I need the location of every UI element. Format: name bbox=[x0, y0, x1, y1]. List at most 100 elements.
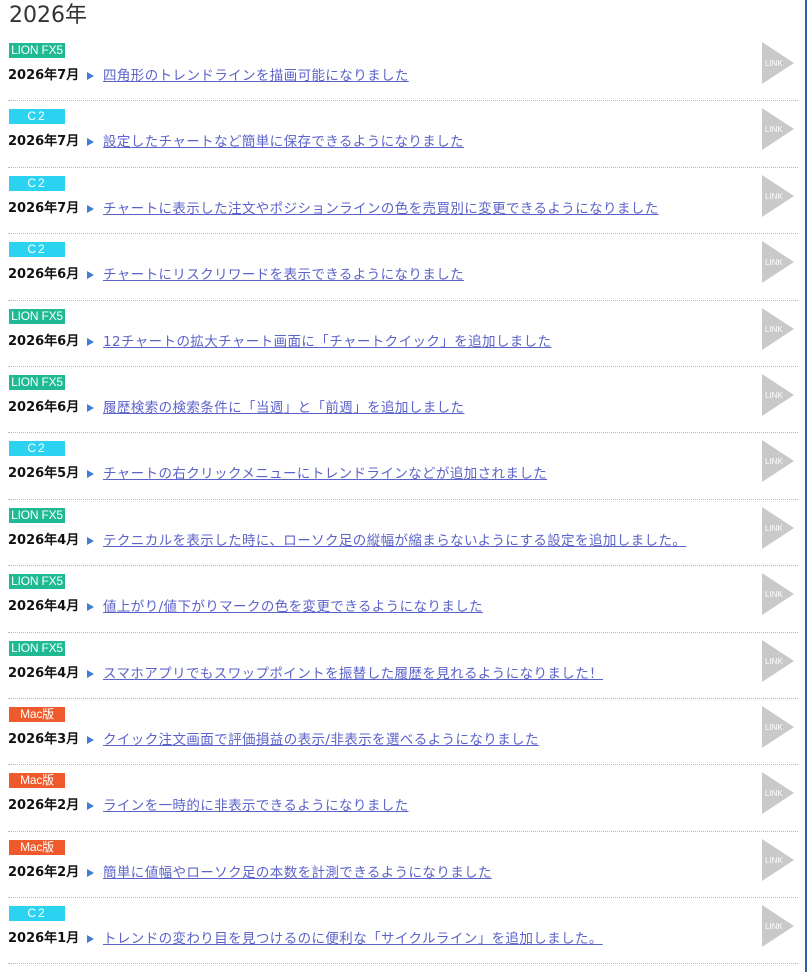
news-date: 2026年1月 bbox=[8, 931, 80, 947]
year-heading: 2026年 bbox=[9, 3, 87, 28]
news-title-link[interactable]: チャートの右クリックメニューにトレンドラインなどが追加されました bbox=[103, 466, 547, 482]
link-arrow-button[interactable]: LINK bbox=[762, 241, 794, 284]
news-list: LION FX5 2026年7月 四角形のトレンドラインを描画可能になりました … bbox=[0, 35, 807, 965]
link-arrow-button[interactable]: LINK bbox=[762, 573, 794, 616]
link-arrow-icon: LINK bbox=[762, 705, 794, 748]
link-label: LINK bbox=[765, 391, 783, 400]
link-arrow-button[interactable]: LINK bbox=[762, 838, 794, 881]
product-badge: C2 bbox=[9, 906, 65, 922]
news-title-link[interactable]: 12チャートの拡大チャート画面に「チャートクイック」を追加しました bbox=[103, 334, 551, 350]
news-date: 2026年7月 bbox=[8, 68, 80, 83]
news-title-link[interactable]: トレンドの変わり目を見つけるのに便利な「サイクルライン」を追加しました。 bbox=[103, 931, 603, 947]
news-title-link[interactable]: 簡単に値幅やローソク足の本数を計測できるようになりました bbox=[103, 865, 492, 881]
link-arrow-button[interactable]: LINK bbox=[762, 440, 794, 483]
news-date: 2026年4月 bbox=[8, 599, 80, 615]
news-title-link[interactable]: 四角形のトレンドラインを描画可能になりました bbox=[103, 68, 409, 84]
bullet-arrow-icon bbox=[87, 470, 94, 479]
link-arrow-button[interactable]: LINK bbox=[762, 174, 794, 217]
news-title-link[interactable]: ラインを一時的に非表示できるようになりました bbox=[103, 798, 409, 814]
bullet-arrow-icon bbox=[87, 536, 94, 545]
link-arrow-icon: LINK bbox=[762, 373, 794, 416]
news-date: 2026年2月 bbox=[8, 798, 80, 814]
link-label: LINK bbox=[765, 723, 783, 732]
link-label: LINK bbox=[765, 657, 783, 666]
bullet-arrow-icon bbox=[87, 204, 94, 213]
news-item: C2 2026年5月 チャートの右クリックメニューにトレンドラインなどが追加され… bbox=[8, 433, 798, 500]
product-badge: LION FX5 bbox=[9, 308, 65, 324]
product-badge: LION FX5 bbox=[9, 640, 65, 656]
news-item: Mac版 2026年2月 ラインを一時的に非表示できるようになりました LINK bbox=[8, 765, 798, 832]
link-arrow-button[interactable]: LINK bbox=[762, 307, 794, 350]
link-label: LINK bbox=[765, 457, 783, 466]
bullet-arrow-icon bbox=[87, 802, 94, 811]
link-arrow-icon: LINK bbox=[762, 108, 794, 151]
bullet-arrow-icon bbox=[87, 337, 94, 346]
news-title-link[interactable]: 設定したチャートなど簡単に保存できるようになりました bbox=[103, 134, 464, 150]
link-arrow-button[interactable]: LINK bbox=[762, 373, 794, 416]
link-arrow-icon: LINK bbox=[762, 573, 794, 616]
bullet-arrow-icon bbox=[87, 868, 94, 877]
link-label: LINK bbox=[765, 590, 783, 599]
news-item: Mac版 2026年2月 簡単に値幅やローソク足の本数を計測できるようになりまし… bbox=[8, 832, 798, 899]
news-title-link[interactable]: 値上がり/値下がりマークの色を変更できるようになりました bbox=[103, 599, 483, 615]
news-title-link[interactable]: スマホアプリでもスワップポイントを振替した履歴を見れるようになりました！ bbox=[103, 666, 603, 682]
link-arrow-icon: LINK bbox=[762, 838, 794, 881]
link-arrow-button[interactable]: LINK bbox=[762, 905, 794, 948]
news-item: C2 2026年6月 チャートにリスクリワードを表示できるようになりました LI… bbox=[8, 234, 798, 301]
news-title-link[interactable]: 履歴検索の検索条件に「当週」と「前週」を追加しました bbox=[103, 400, 464, 416]
news-date: 2026年6月 bbox=[8, 399, 80, 415]
news-date: 2026年7月 bbox=[8, 134, 80, 150]
news-title-link[interactable]: チャートに表示した注文やポジションラインの色を売買別に変更できるようになりました bbox=[103, 201, 659, 217]
news-date: 2026年7月 bbox=[8, 200, 80, 216]
product-badge: C2 bbox=[9, 109, 65, 125]
product-badge: Mac版 bbox=[9, 773, 65, 789]
bullet-arrow-icon bbox=[87, 271, 94, 280]
news-item: LION FX5 2026年4月 スマホアプリでもスワップポイントを振替した履歴… bbox=[8, 633, 798, 699]
link-arrow-icon: LINK bbox=[762, 241, 794, 284]
news-title-link[interactable]: チャートにリスクリワードを表示できるようになりました bbox=[103, 267, 464, 283]
news-title-link[interactable]: クイック注文画面で評価損益の表示/非表示を選べるようになりました bbox=[103, 732, 539, 748]
news-item: LION FX5 2026年6月 12チャートの拡大チャート画面に「チャートクイ… bbox=[8, 301, 798, 367]
news-item: LION FX5 2026年6月 履歴検索の検索条件に「当週」と「前週」を追加し… bbox=[8, 367, 798, 434]
bullet-arrow-icon bbox=[87, 669, 94, 678]
link-label: LINK bbox=[765, 59, 783, 68]
product-badge: C2 bbox=[9, 441, 65, 457]
product-badge: Mac版 bbox=[9, 839, 65, 855]
product-badge: LION FX5 bbox=[9, 507, 65, 523]
link-arrow-icon: LINK bbox=[762, 440, 794, 483]
link-arrow-button[interactable]: LINK bbox=[762, 506, 794, 549]
link-arrow-button[interactable]: LINK bbox=[762, 772, 794, 815]
news-item: LION FX5 2026年7月 四角形のトレンドラインを描画可能になりました … bbox=[8, 35, 798, 102]
bullet-arrow-icon bbox=[87, 72, 94, 80]
product-badge: C2 bbox=[9, 242, 65, 258]
news-item: LION FX5 2026年4月 値上がり/値下がりマークの色を変更できるように… bbox=[8, 566, 798, 633]
news-date: 2026年5月 bbox=[8, 466, 80, 482]
link-label: LINK bbox=[765, 125, 783, 134]
link-arrow-button[interactable]: LINK bbox=[762, 42, 794, 84]
link-arrow-button[interactable]: LINK bbox=[762, 705, 794, 748]
link-arrow-button[interactable]: LINK bbox=[762, 639, 794, 682]
news-date: 2026年6月 bbox=[8, 333, 80, 349]
news-item: C2 2026年7月 設定したチャートなど簡単に保存できるようになりました LI… bbox=[8, 101, 798, 168]
link-arrow-icon: LINK bbox=[762, 639, 794, 682]
news-date: 2026年6月 bbox=[8, 267, 80, 283]
product-badge: LION FX5 bbox=[9, 574, 65, 590]
link-arrow-icon: LINK bbox=[762, 506, 794, 549]
link-label: LINK bbox=[765, 856, 783, 865]
news-item: Mac版 2026年3月 クイック注文画面で評価損益の表示/非表示を選べるように… bbox=[8, 699, 798, 766]
link-arrow-button[interactable]: LINK bbox=[762, 108, 794, 151]
product-badge: LION FX5 bbox=[9, 374, 65, 390]
news-title-link[interactable]: テクニカルを表示した時に、ローソク足の縦幅が縮まらないようにする設定を追加しまし… bbox=[103, 533, 686, 549]
bullet-arrow-icon bbox=[87, 403, 94, 412]
product-badge: LION FX5 bbox=[9, 43, 65, 58]
bullet-arrow-icon bbox=[87, 603, 94, 612]
link-arrow-icon: LINK bbox=[762, 174, 794, 217]
news-date: 2026年3月 bbox=[8, 731, 80, 747]
link-label: LINK bbox=[765, 922, 783, 931]
news-item: LION FX5 2026年4月 テクニカルを表示した時に、ローソク足の縦幅が縮… bbox=[8, 500, 798, 567]
bullet-arrow-icon bbox=[87, 935, 94, 944]
product-badge: C2 bbox=[9, 175, 65, 191]
news-date: 2026年2月 bbox=[8, 864, 80, 880]
news-date: 2026年4月 bbox=[8, 665, 80, 681]
link-arrow-icon: LINK bbox=[762, 905, 794, 948]
